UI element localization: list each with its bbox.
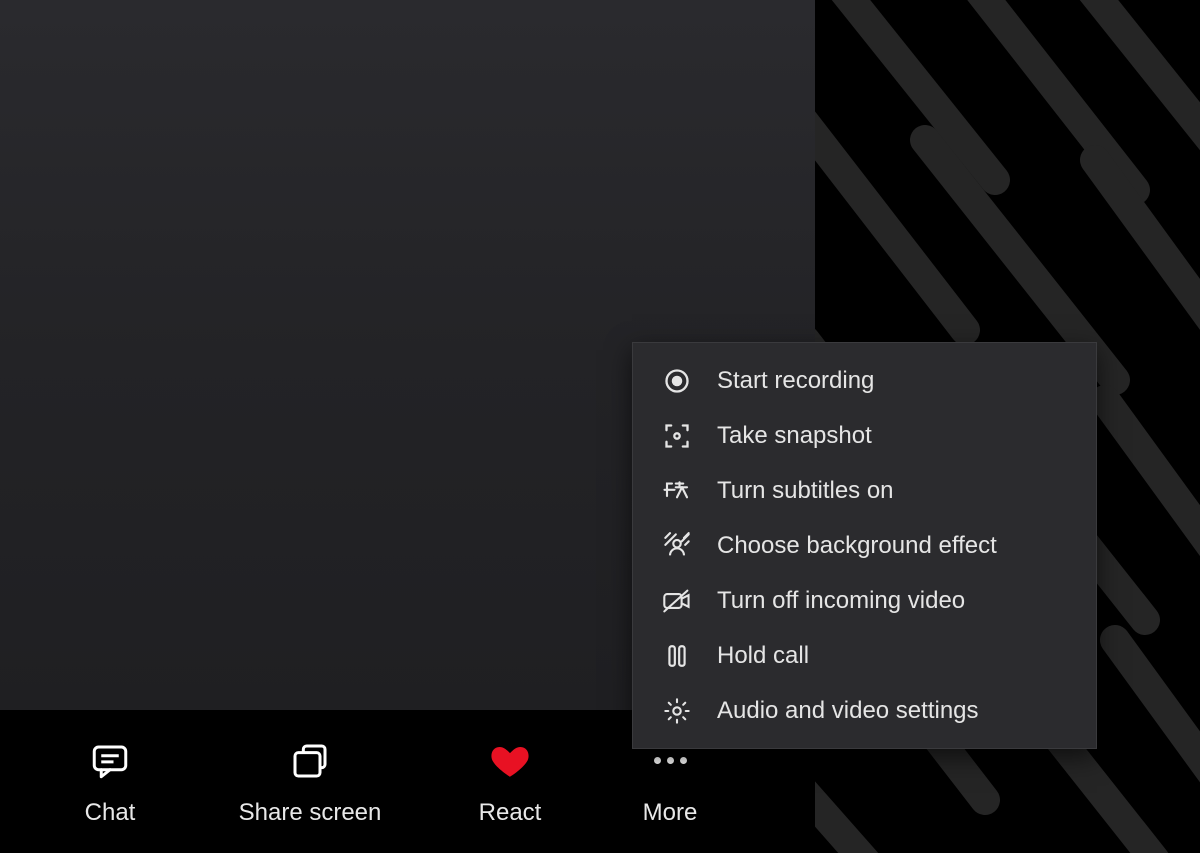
hold-icon	[659, 638, 695, 674]
chat-icon	[89, 737, 131, 785]
menu-item-label: Hold call	[717, 642, 809, 670]
subtitles-icon	[659, 473, 695, 509]
more-label: More	[643, 799, 698, 827]
snapshot-icon	[659, 418, 695, 454]
heart-icon	[487, 737, 533, 785]
audio-video-settings-item[interactable]: Audio and video settings	[633, 683, 1096, 738]
take-snapshot-item[interactable]: Take snapshot	[633, 408, 1096, 463]
menu-item-label: Start recording	[717, 367, 874, 395]
chat-label: Chat	[85, 799, 136, 827]
react-button[interactable]: React	[410, 710, 610, 853]
menu-item-label: Choose background effect	[717, 532, 997, 560]
share-label: Share screen	[239, 799, 382, 827]
menu-item-label: Take snapshot	[717, 422, 872, 450]
background-effect-icon	[659, 528, 695, 564]
more-options-menu: Start recording Take snapshot	[632, 342, 1097, 749]
hold-call-item[interactable]: Hold call	[633, 628, 1096, 683]
menu-item-label: Turn off incoming video	[717, 587, 965, 615]
react-label: React	[479, 799, 542, 827]
chat-button[interactable]: Chat	[10, 710, 210, 853]
turn-off-incoming-video-item[interactable]: Turn off incoming video	[633, 573, 1096, 628]
share-screen-icon	[290, 737, 330, 785]
video-off-icon	[659, 583, 695, 619]
start-recording-item[interactable]: Start recording	[633, 353, 1096, 408]
choose-background-effect-item[interactable]: Choose background effect	[633, 518, 1096, 573]
record-icon	[659, 363, 695, 399]
gear-icon	[659, 693, 695, 729]
menu-item-label: Audio and video settings	[717, 697, 979, 725]
turn-subtitles-on-item[interactable]: Turn subtitles on	[633, 463, 1096, 518]
share-screen-button[interactable]: Share screen	[210, 710, 410, 853]
menu-item-label: Turn subtitles on	[717, 477, 894, 505]
